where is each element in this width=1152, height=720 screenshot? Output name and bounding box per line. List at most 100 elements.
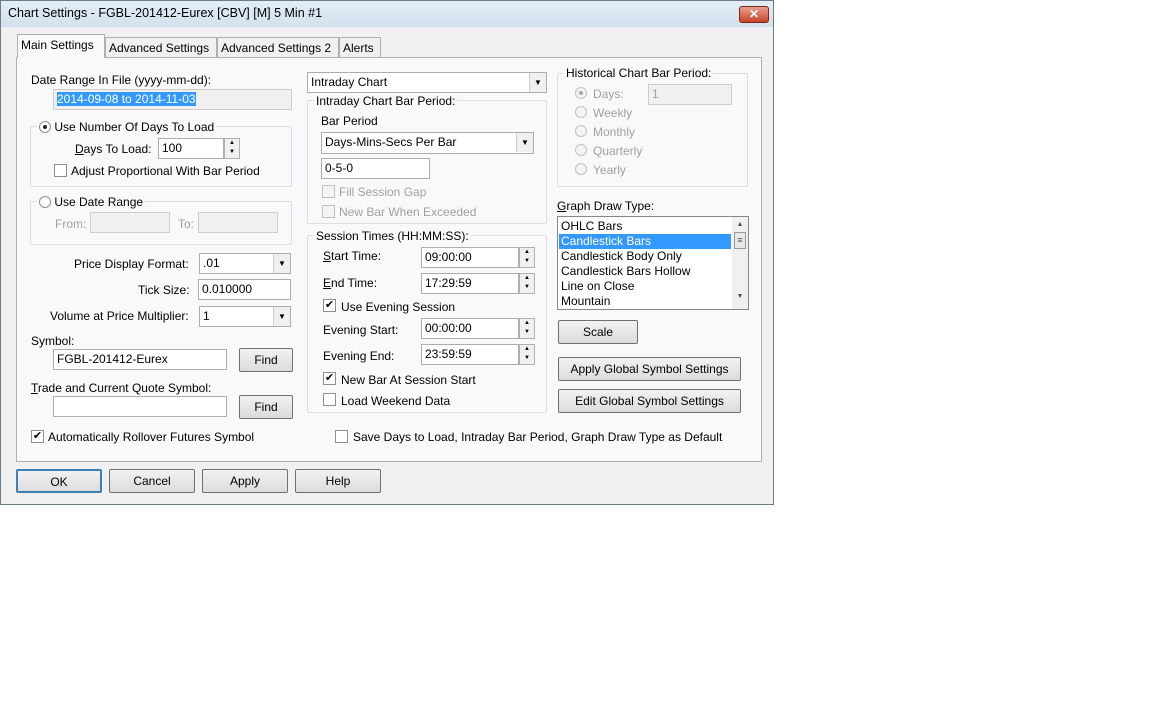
title-bar: Chart Settings - FGBL-201412-Eurex [CBV]… [1,1,773,27]
cancel-button[interactable]: Cancel [109,469,195,493]
apply-global-settings-button[interactable]: Apply Global Symbol Settings [558,357,741,381]
days-input[interactable]: 1 [648,84,732,105]
vap-multiplier-value: 1 [203,309,210,323]
new-bar-exceeded-checkbox[interactable] [322,205,335,218]
use-evening-label: Use Evening Session [341,300,456,314]
days-radio[interactable] [575,87,587,99]
adjust-proportional-label: Adjust Proportional With Bar Period [71,164,260,178]
symbol-input[interactable]: FGBL-201412-Eurex [53,349,227,370]
yearly-label: Yearly [593,163,626,177]
date-range-value: 2014-09-08 to 2014-11-03 [57,92,196,106]
use-date-range-label: Use Date Range [54,195,144,209]
start-time-spinner[interactable]: ▲ ▼ [519,247,535,268]
bar-period-label: Bar Period [321,114,378,128]
tab-advanced-settings[interactable]: Advanced Settings [105,37,217,58]
monthly-label: Monthly [593,125,636,139]
close-button[interactable]: ✕ [739,6,769,23]
tab-advanced-settings-2[interactable]: Advanced Settings 2 [217,37,339,58]
tab-main-settings[interactable]: Main Settings [17,34,105,58]
from-input[interactable] [90,212,170,233]
list-item[interactable]: OHLC Bars [559,219,731,234]
load-weekend-label: Load Weekend Data [341,394,451,408]
chart-settings-dialog: Chart Settings - FGBL-201412-Eurex [CBV]… [0,0,774,505]
bar-period-type-select[interactable]: Days-Mins-Secs Per Bar ▼ [321,132,534,154]
quarterly-radio[interactable] [575,144,587,156]
vap-multiplier-select[interactable]: 1 ▼ [199,306,291,327]
use-days-radio[interactable] [39,121,51,133]
save-default-checkbox[interactable] [335,430,348,443]
edit-global-settings-button[interactable]: Edit Global Symbol Settings [558,389,741,413]
monthly-radio[interactable] [575,125,587,137]
evening-start-label: Evening Start: [323,323,399,337]
price-format-select[interactable]: .01 ▼ [199,253,291,274]
scroll-down-icon[interactable]: ▼ [732,293,748,300]
evening-end-label: Evening End: [323,349,395,363]
session-times-label: Session Times (HH:MM:SS): [314,229,471,243]
evening-start-spinner[interactable]: ▲ ▼ [519,318,535,339]
graph-draw-type-list[interactable]: OHLC Bars Candlestick Bars Candlestick B… [557,216,749,310]
days-label: Days: [593,87,624,101]
date-range-field: 2014-09-08 to 2014-11-03 [53,89,292,110]
ok-button[interactable]: OK [16,469,102,493]
scrollbar[interactable]: ▲ ≡ ▼ [732,217,748,309]
fill-session-gap-label: Fill Session Gap [339,185,427,199]
rollover-label: Automatically Rollover Futures Symbol [48,430,255,444]
yearly-radio[interactable] [575,163,587,175]
price-format-label: Price Display Format: [74,257,189,271]
scale-button[interactable]: Scale [558,320,638,344]
to-label: To: [178,217,195,231]
use-date-range-option[interactable]: Use Date Range [37,195,146,209]
find-trade-symbol-button[interactable]: Find [239,395,293,419]
chart-type-value: Intraday Chart [311,75,388,89]
days-to-load-input[interactable]: 100 [158,138,224,159]
list-item[interactable]: Line on Close [559,279,731,294]
evening-end-spinner[interactable]: ▲ ▼ [519,344,535,365]
evening-start-input[interactable]: 00:00:00 [421,318,519,339]
use-days-label: Use Number Of Days To Load [54,120,215,134]
end-time-spinner[interactable]: ▲ ▼ [519,273,535,294]
end-time-input[interactable]: 17:29:59 [421,273,519,294]
days-to-load-spinner[interactable]: ▲ ▼ [224,138,240,159]
tick-size-input[interactable]: 0.010000 [198,279,291,300]
scroll-thumb[interactable]: ≡ [734,232,746,249]
list-item[interactable]: Candlestick Bars [559,234,731,249]
tab-alerts[interactable]: Alerts [339,37,381,58]
vap-multiplier-label: Volume at Price Multiplier: [50,309,189,323]
trade-symbol-input[interactable] [53,396,227,417]
chart-type-select[interactable]: Intraday Chart ▼ [307,72,547,93]
chevron-down-icon[interactable]: ▼ [516,133,533,152]
days-value: 1 [652,87,659,101]
evening-end-input[interactable]: 23:59:59 [421,344,519,365]
quarterly-label: Quarterly [593,144,643,158]
chevron-down-icon[interactable]: ▼ [273,307,290,326]
tick-size-label: Tick Size: [138,283,190,297]
end-time-label: End Time: [323,276,378,290]
historical-bar-period-label: Historical Chart Bar Period: [564,66,714,80]
list-item[interactable]: Candlestick Bars Hollow [559,264,731,279]
to-input[interactable] [198,212,278,233]
start-time-input[interactable]: 09:00:00 [421,247,519,268]
weekly-radio[interactable] [575,106,587,118]
find-symbol-button[interactable]: Find [239,348,293,372]
chevron-down-icon[interactable]: ▼ [529,73,546,92]
new-bar-session-checkbox[interactable]: ✔ [323,372,336,385]
use-days-option[interactable]: Use Number Of Days To Load [37,120,217,134]
new-bar-session-label: New Bar At Session Start [341,373,476,387]
list-item[interactable]: Candlestick Body Only [559,249,731,264]
price-format-value: .01 [203,256,220,270]
fill-session-gap-checkbox[interactable] [322,185,335,198]
help-button[interactable]: Help [295,469,381,493]
load-weekend-checkbox[interactable] [323,393,336,406]
weekly-label: Weekly [593,106,633,120]
use-date-range-radio[interactable] [39,196,51,208]
scroll-up-icon[interactable]: ▲ [732,221,748,228]
trade-symbol-label: Trade and Current Quote Symbol: [31,381,212,395]
bar-period-group-label: Intraday Chart Bar Period: [314,94,458,108]
rollover-checkbox[interactable]: ✔ [31,430,44,443]
apply-button[interactable]: Apply [202,469,288,493]
bar-period-input[interactable]: 0-5-0 [321,158,430,179]
list-item[interactable]: Mountain [559,294,731,309]
adjust-proportional-checkbox[interactable] [54,164,67,177]
use-evening-checkbox[interactable]: ✔ [323,299,336,312]
chevron-down-icon[interactable]: ▼ [273,254,290,273]
